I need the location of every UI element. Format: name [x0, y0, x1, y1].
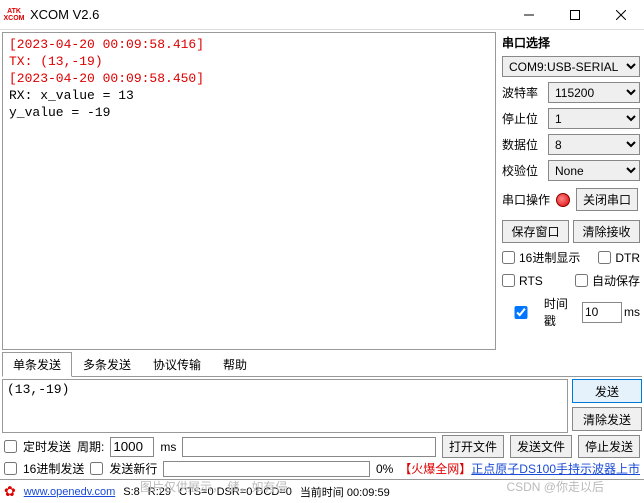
time-label: 当前时间: [300, 487, 344, 499]
terminal-line: [2023-04-20 00:09:58.416]: [9, 37, 489, 54]
data-select[interactable]: 8: [548, 134, 640, 155]
timed-send-checkbox[interactable]: [4, 440, 17, 453]
maximize-button[interactable]: [552, 0, 598, 30]
dtr-checkbox[interactable]: [598, 251, 611, 264]
app-logo: ATK XCOM: [4, 5, 24, 25]
terminal-output[interactable]: [2023-04-20 00:09:58.416]TX: (13,-19)[20…: [2, 32, 496, 350]
op-label: 串口操作: [502, 191, 550, 208]
timestamp-label: 时间戳: [544, 295, 578, 329]
hex-send-checkbox[interactable]: [4, 462, 17, 475]
hex-display-label: 16进制显示: [519, 249, 580, 266]
watermark: 图片仅供展示， 储，如有侵: [140, 478, 287, 495]
current-time: 00:09:59: [347, 487, 390, 499]
stop-label: 停止位: [502, 110, 544, 127]
stop-send-button[interactable]: 停止发送: [578, 435, 640, 458]
timed-send-label: 定时发送: [23, 438, 71, 455]
parity-label: 校验位: [502, 162, 544, 179]
window-title: XCOM V2.6: [30, 7, 99, 22]
period-ms-label: ms: [160, 440, 176, 454]
open-close-port-button[interactable]: 关闭串口: [576, 188, 638, 211]
timestamp-input[interactable]: [582, 302, 622, 323]
data-label: 数据位: [502, 136, 544, 153]
save-window-button[interactable]: 保存窗口: [502, 220, 569, 243]
stop-select[interactable]: 1: [548, 108, 640, 129]
watermark-csdn: CSDN @你走以后: [506, 478, 604, 495]
file-path-input[interactable]: [182, 437, 436, 457]
gear-icon: ✿: [4, 483, 16, 500]
status-led-icon: [556, 193, 570, 207]
progress-percent: 0%: [376, 462, 393, 476]
terminal-line: [2023-04-20 00:09:58.450]: [9, 71, 489, 88]
progress-bar: [163, 461, 370, 477]
timestamp-checkbox[interactable]: [502, 306, 540, 319]
parity-select[interactable]: None: [548, 160, 640, 181]
hot-prefix: 【火爆全网】: [399, 462, 471, 476]
tab-3[interactable]: 帮助: [212, 352, 258, 377]
send-tabs: 单条发送多条发送协议传输帮助: [2, 352, 642, 377]
close-button[interactable]: [598, 0, 644, 30]
tab-0[interactable]: 单条发送: [2, 352, 72, 377]
port-select[interactable]: COM9:USB-SERIAL CH340: [502, 56, 640, 77]
send-newline-checkbox[interactable]: [90, 462, 103, 475]
open-file-button[interactable]: 打开文件: [442, 435, 504, 458]
hot-link[interactable]: 正点原子DS100手持示波器上市: [471, 462, 640, 476]
clear-rx-button[interactable]: 清除接收: [573, 220, 640, 243]
tab-2[interactable]: 协议传输: [142, 352, 212, 377]
serial-section-title: 串口选择: [502, 34, 640, 51]
hex-display-checkbox[interactable]: [502, 251, 515, 264]
period-label: 周期:: [77, 438, 104, 455]
send-button[interactable]: 发送: [572, 379, 642, 403]
send-textarea[interactable]: [2, 379, 568, 433]
tab-1[interactable]: 多条发送: [72, 352, 142, 377]
terminal-line: RX: x_value = 13: [9, 88, 489, 105]
period-input[interactable]: [110, 437, 154, 457]
baud-select[interactable]: 115200: [548, 82, 640, 103]
ms-label: ms: [624, 305, 640, 319]
tx-count: S:8: [123, 486, 140, 498]
baud-label: 波特率: [502, 84, 544, 101]
terminal-line: TX: (13,-19): [9, 54, 489, 71]
autosave-label: 自动保存: [592, 272, 640, 289]
rts-label: RTS: [519, 274, 543, 288]
clear-send-button[interactable]: 清除发送: [572, 407, 642, 431]
dtr-label: DTR: [615, 251, 640, 265]
url-link[interactable]: www.openedv.com: [24, 486, 116, 498]
terminal-line: y_value = -19: [9, 105, 489, 122]
send-file-button[interactable]: 发送文件: [510, 435, 572, 458]
autosave-checkbox[interactable]: [575, 274, 588, 287]
hex-send-label: 16进制发送: [23, 460, 84, 477]
minimize-button[interactable]: [506, 0, 552, 30]
send-newline-label: 发送新行: [109, 460, 157, 477]
rts-checkbox[interactable]: [502, 274, 515, 287]
